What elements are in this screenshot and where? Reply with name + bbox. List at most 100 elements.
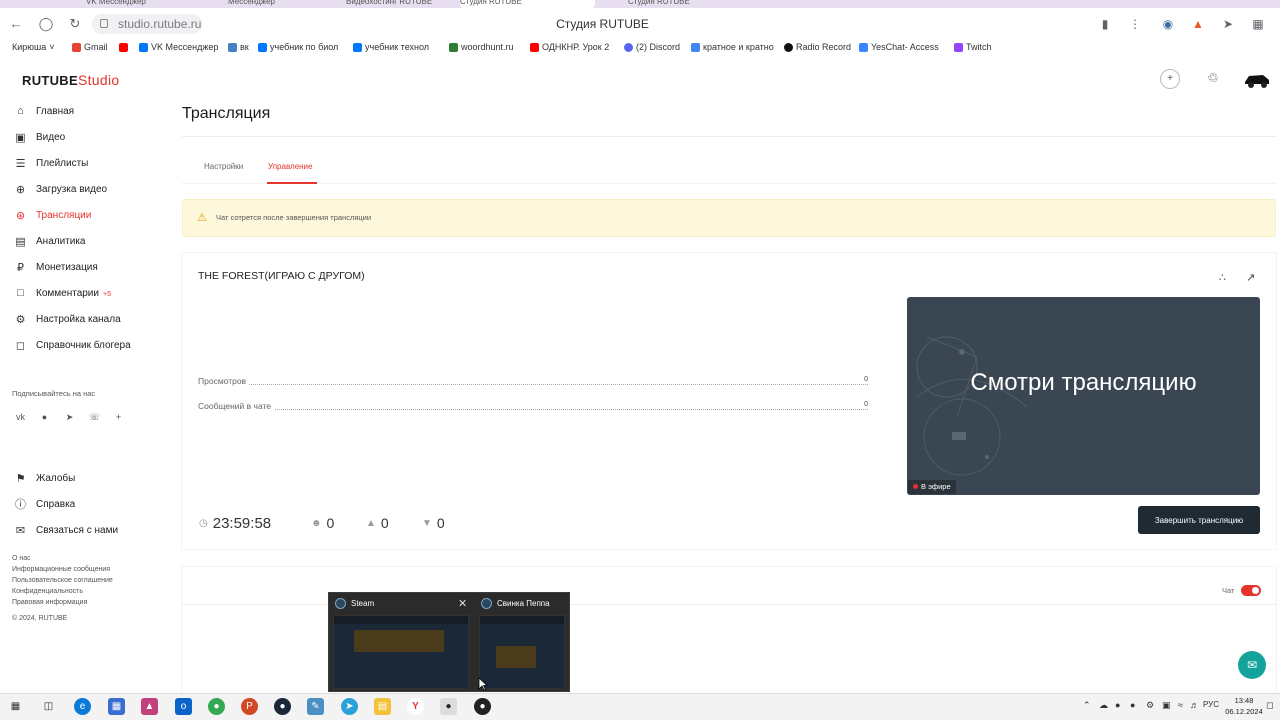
bookmark-item[interactable]: woordhunt.ru [449,40,514,54]
settings-icon[interactable]: ⚙ [1146,700,1154,711]
notifications-icon[interactable]: ◻ [1266,700,1273,711]
end-stream-button[interactable]: Завершить трансляцию [1138,506,1260,534]
bookmark-item[interactable]: Twitch [954,40,992,54]
add-video-icon[interactable]: + [1160,69,1180,89]
telegram-icon[interactable]: ➤ [63,411,76,424]
avatar[interactable] [1243,68,1271,90]
volume-icon[interactable]: ♬ [1190,700,1199,710]
notepad-icon[interactable]: ✎ [307,698,324,715]
sidebar-item-monetization[interactable]: ₽ Монетизация [14,258,98,276]
footer-link[interactable]: Конфиденциальность [12,588,83,595]
sidebar-item-analytics[interactable]: ▤ Аналитика [14,232,86,250]
chrome-icon[interactable]: ● [208,698,225,715]
sidebar-item-label: Комментарии [36,287,99,299]
rutube-studio-logo[interactable]: RUTUBEStudio [22,72,119,88]
wifi-icon[interactable]: ≈ [1178,700,1183,710]
bookmark-item[interactable]: Gmail [72,40,108,54]
footer-link[interactable]: О нас [12,555,31,562]
close-icon[interactable]: ✕ [458,597,467,610]
mic-icon[interactable]: ● [1115,700,1120,710]
edge-icon[interactable]: e [74,698,91,715]
sidebar-item-broadcasts[interactable]: ⊛ Трансляции [14,206,91,224]
cursor-icon[interactable]: ➤ [1220,16,1236,32]
extension-icon[interactable]: ◉ [1160,16,1176,32]
sidebar-item-upload[interactable]: ⊕ Загрузка видео [14,180,107,198]
clock[interactable]: 13:48 06.12.2024 [1224,695,1264,717]
ok-icon[interactable]: ● [38,411,51,424]
bookmark-icon[interactable]: ▮ [1097,16,1113,32]
bookmark-item[interactable]: VK Мессенджер [139,40,218,54]
thumbnail-steam[interactable]: Steam [329,593,474,693]
sidebar-item-help[interactable]: ⓘ Справка [14,495,75,513]
vk-icon[interactable]: vk [14,411,27,424]
more-icon[interactable]: ⋮ [1127,16,1143,32]
start-icon[interactable]: ▦ [7,698,24,715]
chat-toggle[interactable] [1241,585,1261,596]
headset-icon[interactable]: ● [1130,700,1135,710]
steam-icon[interactable]: ● [274,698,291,715]
steam-icon[interactable]: ● [440,698,457,715]
footer-link[interactable]: Пользовательское соглашение [12,577,113,584]
thumbnail-peppa[interactable]: Свинка Пеппа [475,593,571,693]
bookmark-item[interactable]: Radio Record [784,40,851,54]
cloud-icon[interactable]: ☁ [1099,700,1108,711]
obs-icon[interactable]: ● [474,698,491,715]
bookmark-item[interactable]: (2) Discord [624,40,680,54]
notice-text: Чат сотрется после завершения трансляции [216,213,372,222]
external-link-icon[interactable]: ↗ [1246,271,1255,284]
sidebar-toggle-icon[interactable]: ▦ [1250,16,1266,32]
powerpoint-icon[interactable]: P [241,698,258,715]
warning-icon: ⚠ [197,212,207,224]
bookmark-item[interactable]: учебник технол [353,40,429,54]
sidebar-item-label: Справка [36,498,76,510]
bell-icon[interactable]: ♲ [1203,69,1223,89]
sidebar-item-home[interactable]: ⌂ Главная [14,102,74,120]
task-view-icon[interactable]: ◫ [40,698,57,715]
sidebar-item-label: Настройка канала [36,313,121,325]
browser-tab-active[interactable]: Студия RUTUBE [460,0,595,8]
plus-icon[interactable]: + [112,411,125,424]
chevron-up-icon[interactable]: ⌃ [1083,700,1091,711]
bookmark-item[interactable]: кратное и кратно [691,40,774,54]
browser-tab[interactable]: Видеохостинг RUTUBE [346,0,446,8]
bookmark-item[interactable]: YesChat- Access [859,40,939,54]
stat-value: 0 [861,376,868,383]
sidebar-item-playlists[interactable]: ☰ Плейлисты [14,154,89,172]
sidebar-item-channel-settings[interactable]: ⚙ Настройка канала [14,310,121,328]
browser-tab[interactable]: VK Мессенджер [86,0,176,8]
sidebar-item-contact[interactable]: ✉ Связаться с нами [14,521,118,539]
bookmark-item[interactable]: учебник по биол [258,40,338,54]
live-label: В эфире [921,482,951,491]
photos-icon[interactable]: ▲ [141,698,158,715]
footer-link[interactable]: Правовая информация [12,599,87,606]
bookmark-item[interactable]: Кирюша ˅ [12,40,55,54]
monitor-icon[interactable]: ▣ [1162,700,1171,711]
flame-icon[interactable]: ▲ [1190,16,1206,32]
yandex-icon[interactable]: Y [407,698,424,715]
outlook-icon[interactable]: o [175,698,192,715]
language-indicator[interactable]: РУС [1203,700,1219,709]
sidebar-item-complaints[interactable]: ⚑ Жалобы [14,469,76,487]
telegram-icon[interactable]: ➤ [341,698,358,715]
tab-settings[interactable]: Настройки [204,162,243,171]
explorer-icon[interactable]: ▤ [374,698,391,715]
sidebar-item-label: Видео [36,131,66,143]
store-icon[interactable]: ▦ [108,698,125,715]
browser-tab[interactable]: Мессенджер [228,0,288,8]
bookmark-item[interactable]: вк [228,40,249,54]
tab-management[interactable]: Управление [268,162,312,171]
support-chat-button[interactable]: ✉ [1238,651,1266,679]
sidebar-item-comments[interactable]: □ Комментарии +5 [14,284,111,302]
share-icon[interactable]: ∴ [1219,271,1226,284]
bookmark-item[interactable]: ОДНКНР. Урок 2 [530,40,609,54]
sidebar-item-label: Аналитика [36,235,86,247]
viber-icon[interactable]: ☏ [88,411,101,424]
youtube-icon [530,42,539,52]
footer-link[interactable]: Информационные сообщения [12,566,110,573]
sidebar-item-video[interactable]: ▣ Видео [14,128,65,146]
analytics-icon: ▤ [15,235,26,248]
stream-preview[interactable]: Смотри трансляцию [907,297,1260,495]
browser-tab[interactable]: Студия RUTUBE [628,0,708,8]
bookmark-item[interactable] [119,40,128,54]
sidebar-item-blogger-guide[interactable]: ◻ Справочник блогера [14,336,131,354]
